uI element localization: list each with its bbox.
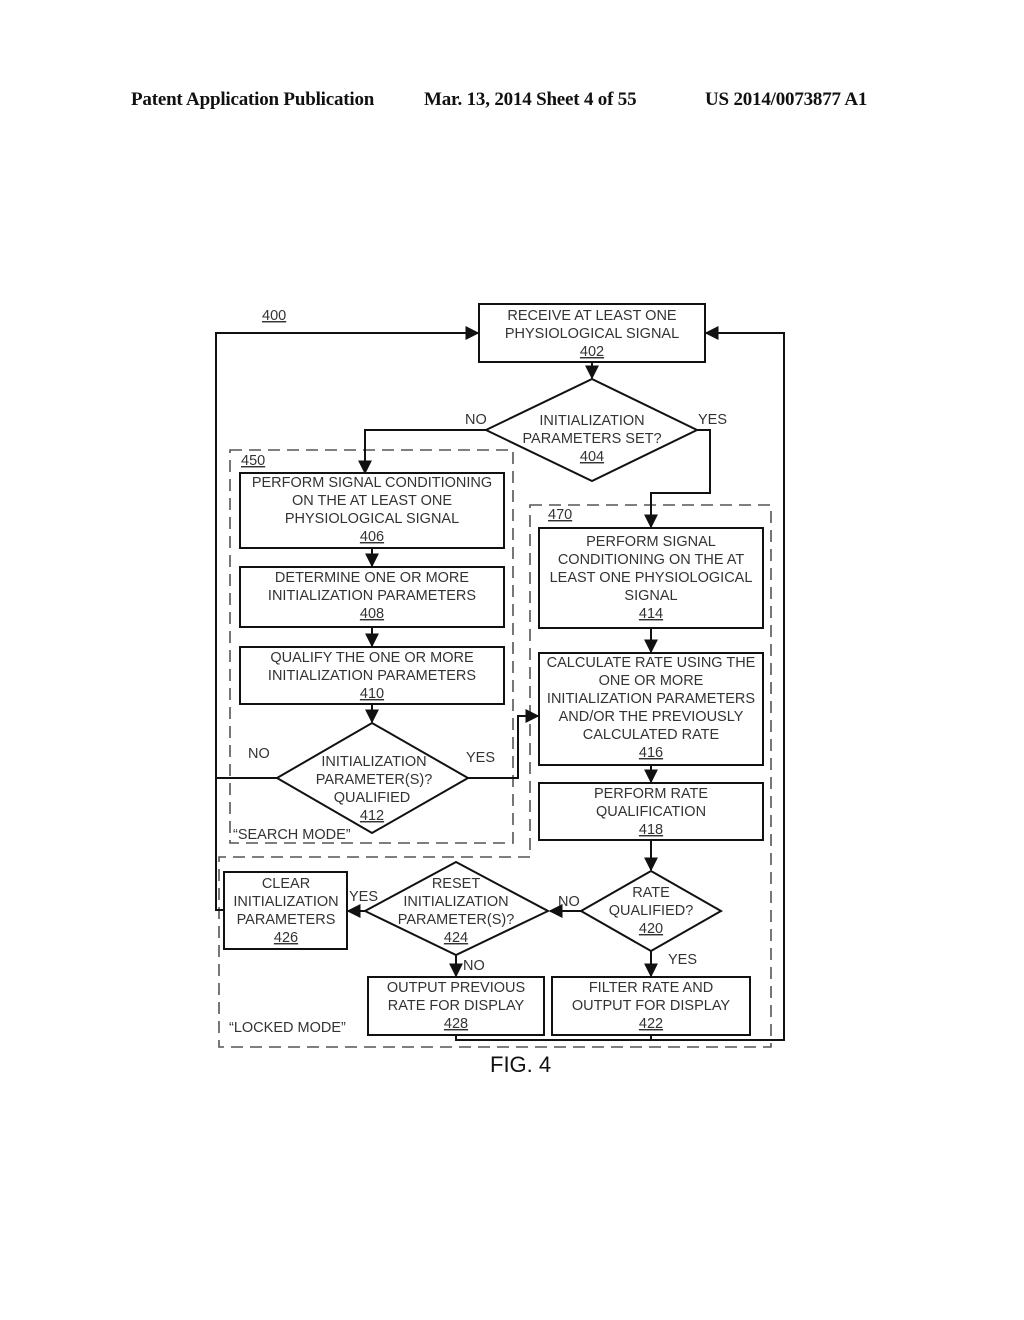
node-428-ref: 428: [444, 1016, 468, 1032]
edge-426-return: [215, 778, 224, 911]
node-402-line: PHYSIOLOGICAL SIGNAL: [505, 326, 679, 342]
node-428-line: OUTPUT PREVIOUS: [387, 980, 525, 996]
edge-label-412-yes: YES: [466, 750, 495, 766]
node-414-line: PERFORM SIGNAL: [586, 534, 716, 550]
node-424-line: RESET: [432, 876, 480, 892]
node-404-line: PARAMETERS SET?: [522, 431, 661, 447]
node-404-diamond: [483, 377, 700, 483]
node-412-ref: 412: [360, 808, 384, 824]
node-406-line: ON THE AT LEAST ONE: [292, 493, 452, 509]
node-402-line: RECEIVE AT LEAST ONE: [507, 308, 677, 324]
edge-404-406-no: [358, 429, 486, 475]
node-418-line: PERFORM RATE: [594, 786, 708, 802]
node-420-ref: 420: [639, 921, 663, 937]
node-416-line: CALCULATE RATE USING THE: [547, 655, 756, 671]
node-414-ref: 414: [639, 606, 663, 622]
node-402-ref: 402: [580, 344, 604, 360]
edge-412-416-yes: [468, 709, 540, 779]
node-406-ref: 406: [360, 529, 384, 545]
node-408-line: DETERMINE ONE OR MORE: [275, 570, 469, 586]
edge-label-420-no: NO: [558, 894, 580, 910]
node-406-line: PHYSIOLOGICAL SIGNAL: [285, 511, 459, 527]
edge-label-424-yes: YES: [349, 889, 378, 905]
locked-mode-label: “LOCKED MODE”: [229, 1020, 346, 1036]
node-418-ref: 418: [639, 822, 663, 838]
node-422-ref: 422: [639, 1016, 663, 1032]
node-408-line: INITIALIZATION PARAMETERS: [268, 588, 476, 604]
edge-412-402-no: [215, 326, 480, 779]
node-426-line: CLEAR: [262, 876, 310, 892]
figure-ref: 400: [262, 308, 286, 324]
node-422-line: OUTPUT FOR DISPLAY: [572, 998, 731, 1014]
flowchart: 400 450 “SEARCH MODE” 470 “LOCKED MODE” …: [215, 303, 785, 1077]
node-418-line: QUALIFICATION: [596, 804, 706, 820]
node-424-line: PARAMETER(S)?: [398, 912, 515, 928]
node-424-ref: 424: [444, 930, 468, 946]
node-404-line: INITIALIZATION: [539, 413, 644, 429]
node-416-ref: 416: [639, 745, 663, 761]
node-420-line: RATE: [632, 885, 670, 901]
node-416-line: CALCULATED RATE: [583, 727, 720, 743]
edge-label-404-no: NO: [465, 412, 487, 428]
search-region-ref: 450: [241, 453, 265, 469]
edge-label-412-no: NO: [248, 746, 270, 762]
node-410-line: INITIALIZATION PARAMETERS: [268, 668, 476, 684]
edge-label-404-yes: YES: [698, 412, 727, 428]
node-412-line: QUALIFIED: [334, 790, 411, 806]
node-416-line: ONE OR MORE: [599, 673, 704, 689]
node-416-line: AND/OR THE PREVIOUSLY: [559, 709, 744, 725]
locked-region-ref: 470: [548, 507, 572, 523]
node-416-line: INITIALIZATION PARAMETERS: [547, 691, 755, 707]
node-406-line: PERFORM SIGNAL CONDITIONING: [252, 475, 492, 491]
edge-label-420-yes: YES: [668, 952, 697, 968]
node-414-line: SIGNAL: [624, 588, 677, 604]
node-426-line: INITIALIZATION: [233, 894, 338, 910]
node-408-ref: 408: [360, 606, 384, 622]
node-422-line: FILTER RATE AND: [589, 980, 713, 996]
node-414-line: CONDITIONING ON THE AT: [558, 552, 745, 568]
edge-label-424-no: NO: [463, 958, 485, 974]
node-404-ref: 404: [580, 449, 604, 465]
figure-caption: FIG. 4: [490, 1052, 551, 1077]
node-428-line: RATE FOR DISPLAY: [388, 998, 525, 1014]
search-mode-label: “SEARCH MODE”: [233, 827, 351, 843]
node-414-line: LEAST ONE PHYSIOLOGICAL: [550, 570, 753, 586]
node-412-line: INITIALIZATION: [321, 754, 426, 770]
node-424-line: INITIALIZATION: [403, 894, 508, 910]
node-426-line: PARAMETERS: [237, 912, 336, 928]
node-410-ref: 410: [360, 686, 384, 702]
node-412-line: PARAMETER(S)?: [316, 772, 433, 788]
node-420-line: QUALIFIED?: [609, 903, 694, 919]
node-426-ref: 426: [274, 930, 298, 946]
node-410-line: QUALIFY THE ONE OR MORE: [270, 650, 474, 666]
